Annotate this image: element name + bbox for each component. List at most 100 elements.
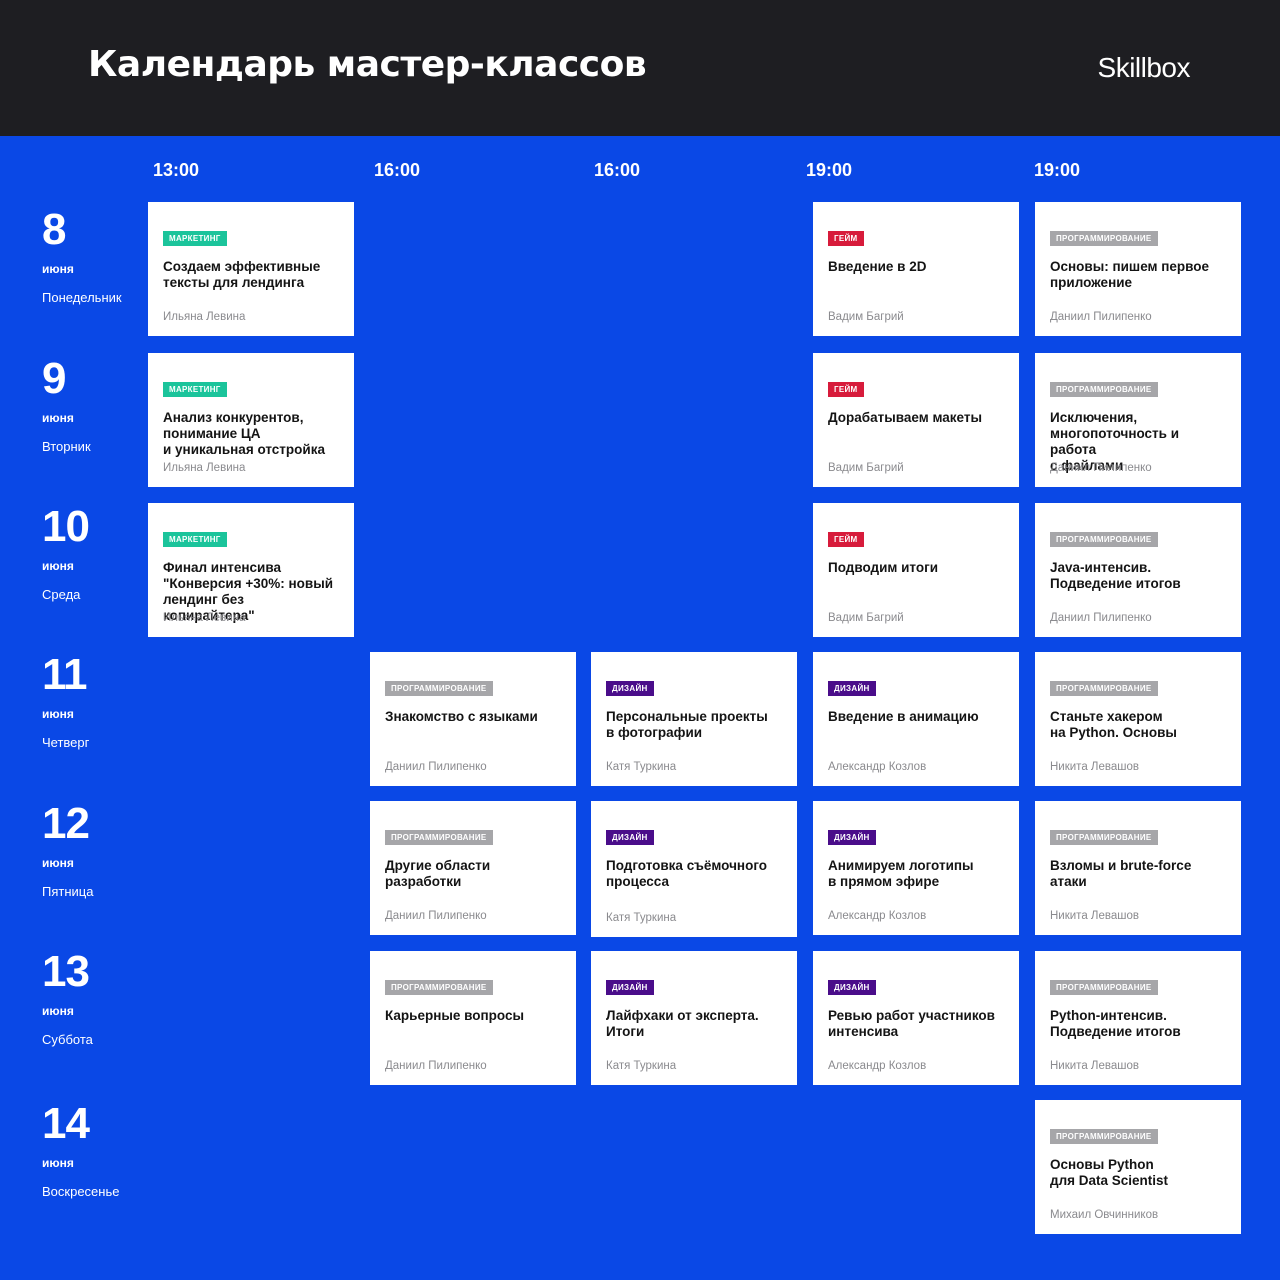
event-title: Персональные проекты в фотографии [606, 709, 768, 740]
category-tag: ДИЗАЙН [606, 681, 654, 696]
event-title: Станьте хакером на Python. Основы [1050, 709, 1177, 740]
event-author: Ильяна Левина [163, 462, 246, 474]
event-card[interactable]: ПРОГРАММИРОВАНИЕ Другие области разработ… [370, 801, 576, 935]
event-card[interactable]: ПРОГРАММИРОВАНИЕ Основы Python для Data … [1035, 1100, 1241, 1234]
event-title: Введение в анимацию [828, 709, 979, 724]
event-author: Михаил Овчинников [1050, 1209, 1159, 1221]
event-card[interactable]: ДИЗАЙН Анимируем логотипы в прямом эфире… [813, 801, 1019, 935]
event-card[interactable]: ПРОГРАММИРОВАНИЕ Исключения, многопоточн… [1035, 353, 1241, 487]
day-label-9: 9 июня Вторник [42, 354, 91, 455]
event-author: Никита Левашов [1050, 1060, 1139, 1072]
time-column-4: 19:00 [806, 160, 853, 180]
event-card[interactable]: ДИЗАЙН Персональные проекты в фотографии… [591, 652, 797, 786]
day-number: 12 [42, 799, 90, 848]
day-number: 9 [42, 354, 66, 403]
day-label-11: 11 июня Четверг [42, 650, 89, 751]
category-tag: МАРКЕТИНГ [163, 231, 227, 246]
event-author: Даниил Пилипенко [385, 1060, 487, 1072]
event-card[interactable]: ДИЗАЙН Введение в анимацию Александр Коз… [813, 652, 1019, 786]
event-card[interactable]: ПРОГРАММИРОВАНИЕ Java-интенсив. Подведен… [1035, 503, 1241, 637]
day-month: июня [42, 707, 74, 721]
day-label-14: 14 июня Воскресенье [42, 1099, 120, 1200]
event-author: Катя Туркина [606, 1060, 677, 1072]
category-tag: ДИЗАЙН [606, 830, 654, 845]
day-number: 10 [42, 502, 90, 551]
time-column-1: 13:00 [153, 160, 200, 180]
day-weekday: Среда [42, 587, 81, 602]
category-tag: ДИЗАЙН [828, 681, 876, 696]
category-tag: ПРОГРАММИРОВАНИЕ [1050, 231, 1158, 246]
day-number: 14 [42, 1099, 90, 1148]
skillbox-logo: Skillbox [1097, 52, 1191, 83]
time-column-3: 16:00 [594, 160, 641, 180]
category-tag: ПРОГРАММИРОВАНИЕ [1050, 1129, 1158, 1144]
event-author: Никита Левашов [1050, 910, 1139, 922]
event-card[interactable]: ДИЗАЙН Ревью работ участников интенсива … [813, 951, 1019, 1085]
event-author: Даниил Пилипенко [385, 761, 487, 773]
event-card[interactable]: ГЕЙМ Дорабатываем макеты Вадим Багрий [813, 353, 1019, 487]
event-card[interactable]: ПРОГРАММИРОВАНИЕ Python-интенсив. Подвед… [1035, 951, 1241, 1085]
event-author: Александр Козлов [828, 761, 927, 773]
event-card[interactable]: ДИЗАЙН Подготовка съёмочного процесса Ка… [591, 801, 797, 937]
event-title: Подготовка съёмочного процесса [606, 858, 768, 889]
event-author: Катя Туркина [606, 761, 677, 773]
day-month: июня [42, 1004, 74, 1018]
event-card[interactable]: МАРКЕТИНГ Анализ конкурентов, понимание … [148, 353, 354, 487]
event-author: Вадим Багрий [828, 462, 904, 474]
category-tag: ГЕЙМ [828, 382, 864, 397]
category-tag: ПРОГРАММИРОВАНИЕ [385, 980, 493, 995]
event-title: Создаем эффективные тексты для лендинга [163, 259, 321, 290]
day-weekday: Понедельник [42, 290, 122, 305]
event-author: Даниил Пилипенко [1050, 612, 1152, 624]
day-month: июня [42, 262, 74, 276]
day-weekday: Суббота [42, 1032, 93, 1047]
event-card[interactable]: ДИЗАЙН Лайфхаки от эксперта. Итоги Катя … [591, 951, 797, 1085]
event-card[interactable]: ПРОГРАММИРОВАНИЕ Знакомство с языками Да… [370, 652, 576, 786]
day-month: июня [42, 1156, 74, 1170]
event-card[interactable]: МАРКЕТИНГ Создаем эффективные тексты для… [148, 202, 354, 336]
event-title: Введение в 2D [828, 259, 927, 274]
day-label-10: 10 июня Среда [42, 502, 90, 603]
event-title: Лайфхаки от эксперта. Итоги [606, 1008, 759, 1039]
category-tag: ДИЗАЙН [828, 830, 876, 845]
event-title: Анимируем логотипы в прямом эфире [828, 858, 974, 889]
event-card[interactable]: ПРОГРАММИРОВАНИЕ Основы: пишем первое пр… [1035, 202, 1241, 336]
event-author: Катя Туркина [606, 912, 677, 924]
event-title: Python-интенсив. Подведение итогов [1050, 1008, 1181, 1039]
day-weekday: Воскресенье [42, 1184, 120, 1199]
category-tag: МАРКЕТИНГ [163, 382, 227, 397]
event-card[interactable]: МАРКЕТИНГ Финал интенсива "Конверсия +30… [148, 503, 354, 637]
event-title: Знакомство с языками [385, 709, 538, 724]
event-card[interactable]: ГЕЙМ Подводим итоги Вадим Багрий [813, 503, 1019, 637]
event-card[interactable]: ПРОГРАММИРОВАНИЕ Взломы и brute-force ат… [1035, 801, 1241, 935]
event-card[interactable]: ПРОГРАММИРОВАНИЕ Карьерные вопросы Дании… [370, 951, 576, 1085]
category-tag: ГЕЙМ [828, 532, 864, 547]
category-tag: ПРОГРАММИРОВАНИЕ [1050, 980, 1158, 995]
category-tag: ПРОГРАММИРОВАНИЕ [1050, 532, 1158, 547]
category-tag: ПРОГРАММИРОВАНИЕ [385, 681, 493, 696]
day-month: июня [42, 559, 74, 573]
event-title: Анализ конкурентов, понимание ЦА и уника… [163, 410, 325, 457]
event-title: Подводим итоги [828, 560, 939, 575]
category-tag: ПРОГРАММИРОВАНИЕ [1050, 830, 1158, 845]
day-weekday: Вторник [42, 439, 91, 454]
event-author: Даниил Пилипенко [385, 910, 487, 922]
header-bar: Календарь мастер-классов Skillbox [0, 0, 1280, 136]
day-number: 11 [42, 650, 88, 699]
day-weekday: Пятница [42, 884, 94, 899]
day-month: июня [42, 856, 74, 870]
category-tag: ПРОГРАММИРОВАНИЕ [1050, 382, 1158, 397]
event-author: Александр Козлов [828, 1060, 927, 1072]
event-author: Вадим Багрий [828, 311, 904, 323]
category-tag: ДИЗАЙН [828, 980, 876, 995]
event-card[interactable]: ПРОГРАММИРОВАНИЕ Станьте хакером на Pyth… [1035, 652, 1241, 786]
event-title: Другие области разработки [385, 858, 491, 889]
category-tag: ДИЗАЙН [606, 980, 654, 995]
day-number: 8 [42, 205, 66, 254]
day-number: 13 [42, 947, 90, 996]
day-month: июня [42, 411, 74, 425]
event-card[interactable]: ГЕЙМ Введение в 2D Вадим Багрий [813, 202, 1019, 336]
event-title: Основы: пишем первое приложение [1050, 259, 1210, 290]
event-title: Java-интенсив. Подведение итогов [1050, 560, 1181, 591]
page-title: Календарь мастер-классов [88, 44, 647, 85]
